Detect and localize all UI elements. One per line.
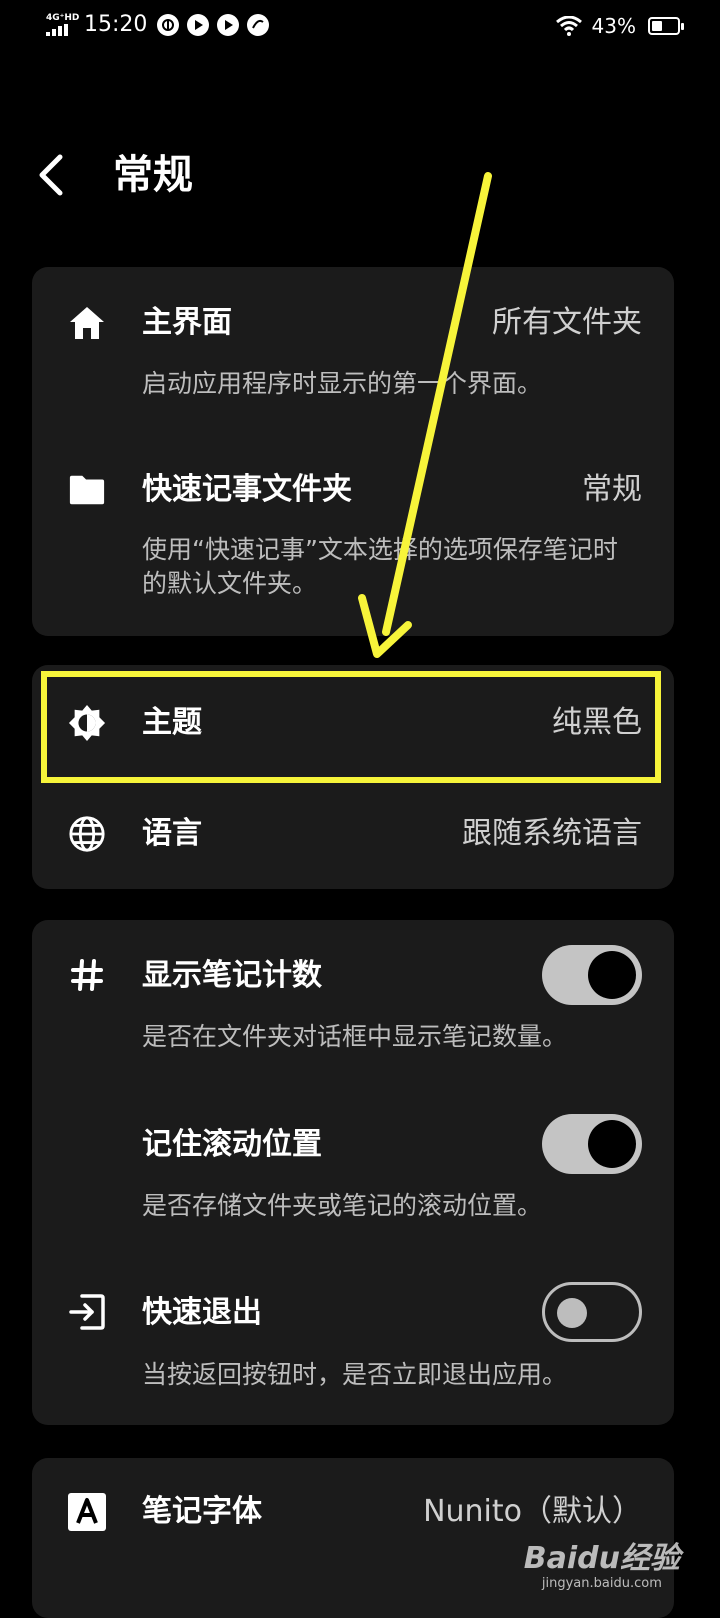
quick-exit-toggle[interactable]	[542, 1282, 642, 1342]
exit-icon	[68, 1293, 106, 1331]
setting-note-font-title: 笔记字体	[142, 1494, 262, 1529]
watermark-url: jingyan.baidu.com	[541, 1576, 662, 1591]
setting-quick-exit-title: 快速退出	[142, 1295, 262, 1330]
setting-quick-exit-description: 当按返回按钮时，是否立即退出应用。	[142, 1360, 568, 1389]
setting-quick-exit[interactable]: 快速退出 当按返回按钮时，是否立即退出应用。	[32, 1256, 674, 1425]
show-note-count-toggle[interactable]	[542, 945, 642, 1005]
hash-icon	[68, 956, 106, 994]
setting-note-font-value: Nunito（默认）	[423, 1494, 642, 1529]
setting-remember-scroll-description: 是否存储文件夹或笔记的滚动位置。	[142, 1191, 543, 1220]
globe-icon	[68, 815, 106, 853]
setting-show-note-count[interactable]: 显示笔记计数 是否在文件夹对话框中显示笔记数量。	[32, 920, 674, 1088]
setting-show-note-count-description: 是否在文件夹对话框中显示笔记数量。	[142, 1022, 568, 1051]
watermark: Baidu经验 jingyan.baidu.com	[524, 1542, 680, 1592]
setting-language[interactable]: 语言 跟随系统语言	[32, 780, 674, 889]
setting-language-title: 语言	[142, 816, 202, 851]
toggle-knob	[557, 1298, 587, 1328]
annotation-arrow-icon	[358, 172, 492, 658]
setting-show-note-count-title: 显示笔记计数	[142, 958, 322, 993]
watermark-logo: Baidu经验	[523, 1541, 680, 1576]
settings-card-font: 笔记字体 Nunito（默认）	[32, 1458, 674, 1618]
toggle-knob	[588, 1120, 636, 1168]
setting-language-value: 跟随系统语言	[462, 816, 642, 851]
settings-card-behavior: 显示笔记计数 是否在文件夹对话框中显示笔记数量。 记住滚动位置 是否存储文件夹或…	[32, 920, 674, 1425]
remember-scroll-toggle[interactable]	[542, 1114, 642, 1174]
setting-remember-scroll[interactable]: 记住滚动位置 是否存储文件夹或笔记的滚动位置。	[32, 1088, 674, 1256]
setting-remember-scroll-title: 记住滚动位置	[142, 1127, 322, 1162]
font-icon	[68, 1493, 106, 1531]
toggle-knob	[588, 951, 636, 999]
